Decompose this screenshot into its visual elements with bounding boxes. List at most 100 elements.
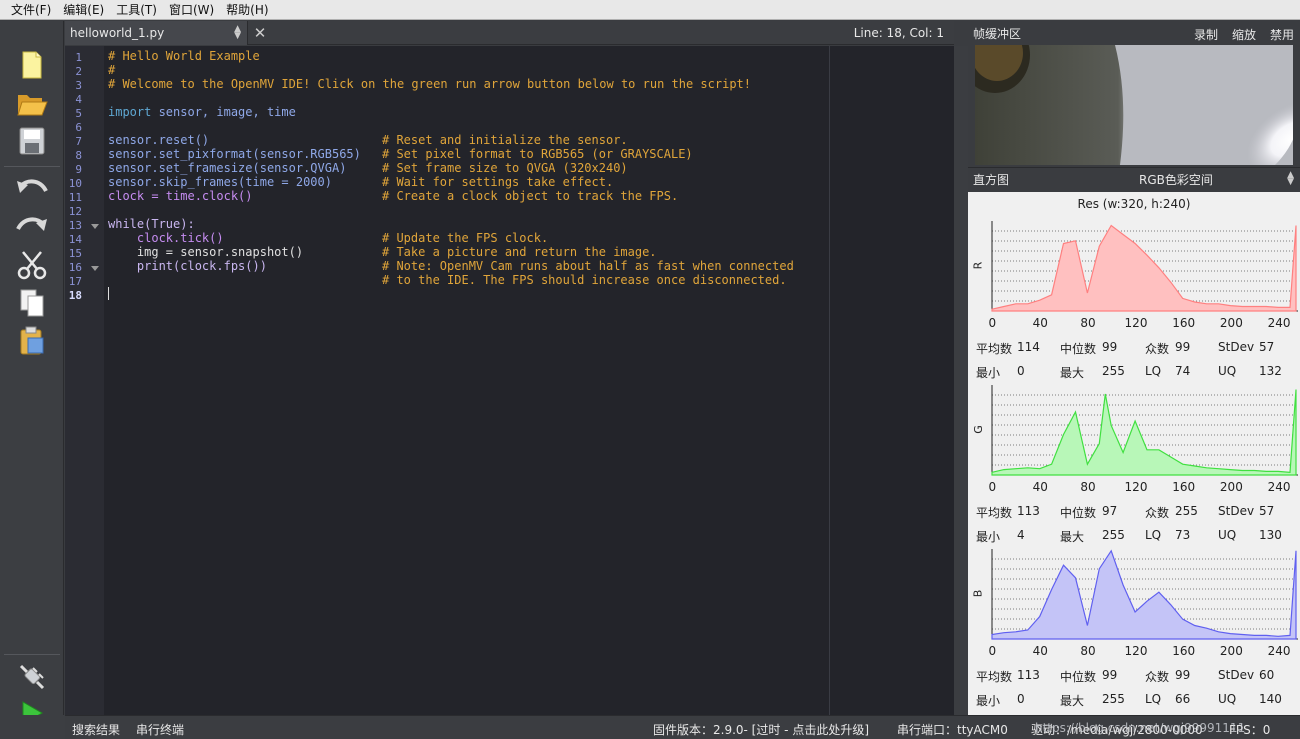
stat-median-value: 97 (1102, 504, 1118, 518)
code-comment: # Update the FPS clock. (382, 231, 549, 245)
line-number: 13 (68, 219, 82, 232)
stat-max-value: 255 (1102, 692, 1125, 706)
left-toolbar (0, 21, 64, 739)
code-comment: # Wait for settings take effect. (382, 175, 614, 189)
histogram-charts (991, 221, 1298, 640)
connect-icon[interactable] (14, 661, 50, 693)
stat-mode-value: 99 (1175, 340, 1191, 354)
stat-uq-label: UQ (1218, 364, 1237, 378)
menu-help[interactable]: 帮助(H) (220, 0, 274, 20)
stat-lq-label: LQ (1145, 692, 1162, 706)
line-number: 2 (75, 65, 82, 78)
line-number: 12 (68, 205, 82, 218)
stat-lq-value: 66 (1175, 692, 1191, 706)
menu-window[interactable]: 窗口(W) (163, 0, 220, 20)
menu-bar: 文件(F) 编辑(E) 工具(T) 窗口(W) 帮助(H) (0, 0, 1300, 20)
close-tab-icon[interactable]: ✕ (248, 21, 272, 45)
color-space-dropdown-icon[interactable]: ▲ ▼ (1287, 171, 1294, 187)
stat-min-value: 4 (1017, 528, 1025, 542)
stat-mean-value: 113 (1017, 668, 1040, 682)
stat-mean-label: 平均数 (976, 342, 1013, 356)
copy-icon[interactable] (14, 287, 50, 319)
x-tick-label: 240 (1267, 644, 1291, 658)
stat-lq-label: LQ (1145, 364, 1162, 378)
fold-marker-icon[interactable] (91, 224, 99, 229)
x-tick-label: 240 (1267, 316, 1291, 330)
line-number: 4 (75, 93, 82, 106)
channel-axis-label: G (971, 425, 985, 434)
text-caret (108, 287, 109, 300)
cut-icon[interactable] (14, 249, 50, 281)
stat-mean-label: 平均数 (976, 506, 1013, 520)
stat-max-label: 最大 (1060, 530, 1085, 544)
line-number: 14 (68, 233, 82, 246)
watermark: https://blog.csdn.net/wgj99991111 (1035, 721, 1246, 735)
code-line: clock = time.clock() (108, 189, 253, 203)
x-tick-label: 40 (1032, 480, 1048, 494)
file-tab[interactable]: helloworld_1.py ▲ ▼ (65, 20, 248, 45)
frame-buffer-title: 帧缓冲区 (973, 26, 1022, 41)
stat-stdev-value: 60 (1259, 668, 1275, 682)
code-comment: # to the IDE. The FPS should increase on… (382, 273, 787, 287)
histogram-b-area (991, 549, 1297, 640)
save-icon[interactable] (14, 125, 50, 157)
menu-edit[interactable]: 编辑(E) (57, 0, 110, 20)
stat-max-value: 255 (1102, 364, 1125, 378)
tab-dropdown-icon[interactable]: ▲ ▼ (234, 24, 241, 40)
stat-stdev-label: StDev (1218, 340, 1255, 354)
zoom-button[interactable]: 缩放 (1232, 26, 1256, 43)
code-line: img = sensor.snapshot() (108, 245, 304, 259)
stat-stdev-value: 57 (1259, 504, 1275, 518)
code-comment: # Set frame size to QVGA (320x240) (382, 161, 628, 175)
code-comment: # Create a clock object to track the FPS… (382, 189, 679, 203)
line-number: 18 (68, 289, 82, 302)
x-tick-label: 80 (1080, 316, 1096, 330)
menu-tools[interactable]: 工具(T) (110, 0, 163, 20)
color-space-select[interactable]: RGB色彩空间 (1139, 171, 1213, 188)
x-tick-label: 160 (1172, 644, 1196, 658)
record-button[interactable]: 录制 (1194, 26, 1218, 43)
disable-button[interactable]: 禁用 (1270, 26, 1294, 43)
x-tick-label: 200 (1219, 480, 1243, 494)
x-tick-label: 80 (1080, 480, 1096, 494)
paste-icon[interactable] (14, 325, 50, 357)
line-number: 10 (68, 177, 82, 190)
code-line: import sensor, image, time (108, 105, 296, 119)
redo-icon[interactable] (14, 211, 50, 243)
editor-scrollbar[interactable] (954, 46, 968, 715)
stat-uq-label: UQ (1218, 528, 1237, 542)
stat-uq-label: UQ (1218, 692, 1237, 706)
x-tick-label: 80 (1080, 644, 1096, 658)
channel-axis-label: B (971, 589, 985, 598)
serial-terminal-tab[interactable]: 串行终端 (136, 721, 184, 738)
new-file-icon[interactable] (14, 49, 50, 81)
stat-uq-value: 130 (1259, 528, 1282, 542)
x-tick-label: 240 (1267, 480, 1291, 494)
firmware-version[interactable]: 固件版本：2.9.0- [过时 - 点击此处升级] (653, 721, 869, 738)
stat-stdev-label: StDev (1218, 504, 1255, 518)
histogram-title: 直方图 (973, 173, 1010, 187)
right-panel: 帧缓冲区 录制 缩放 禁用 直方图 RGB色彩空间 ▲ ▼ Res (w:320… (968, 21, 1300, 715)
undo-icon[interactable] (14, 173, 50, 205)
code-line: clock.tick() (108, 231, 224, 245)
histogram-g-area (991, 389, 1297, 476)
stat-mode-label: 众数 (1145, 670, 1170, 684)
code-line: # (108, 63, 116, 77)
stat-max-label: 最大 (1060, 694, 1085, 708)
menu-file[interactable]: 文件(F) (5, 0, 57, 20)
histogram-area: Res (w:320, h:240) 0 40 80 120 160 200 240 R 平均数… (968, 192, 1300, 715)
code-editor[interactable]: 1 2 3 4 5 6 7 8 9 10 11 12 13 14 15 16 17 18 # Hello Worl… (65, 46, 954, 715)
line-number-gutter: 1 2 3 4 5 6 7 8 9 10 11 12 13 14 15 16 17 18 (65, 46, 104, 715)
stat-mode-label: 众数 (1145, 342, 1170, 356)
line-number: 9 (75, 163, 82, 176)
open-folder-icon[interactable] (14, 87, 50, 119)
search-results-tab[interactable]: 搜索结果 (72, 721, 120, 738)
stat-mean-value: 114 (1017, 340, 1040, 354)
serial-port: 串行端口：ttyACM0 (897, 723, 1008, 737)
x-tick-label: 120 (1124, 316, 1148, 330)
fold-marker-icon[interactable] (91, 266, 99, 271)
stat-lq-label: LQ (1145, 528, 1162, 542)
code-comment: # Note: OpenMV Cam runs about half as fa… (382, 259, 794, 273)
stat-min-value: 0 (1017, 692, 1025, 706)
line-number: 16 (68, 261, 82, 274)
